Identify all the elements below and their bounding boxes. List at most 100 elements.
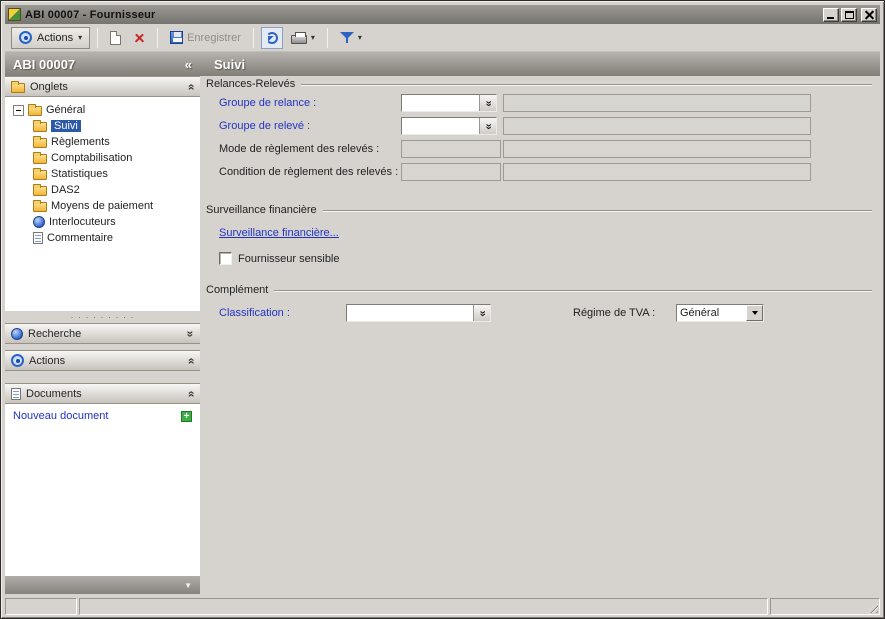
combo-value xyxy=(402,118,479,134)
lookup-chevrons-icon: » xyxy=(476,309,489,317)
tree-item-general[interactable]: Général xyxy=(7,102,198,118)
folder-icon xyxy=(28,104,42,116)
section-onglets[interactable]: Onglets » xyxy=(5,76,200,97)
status-bar xyxy=(5,598,880,615)
section-documents[interactable]: Documents » xyxy=(5,383,200,404)
sidebar-bottom-bar[interactable]: ▼ xyxy=(5,576,200,594)
refresh-icon xyxy=(265,31,278,44)
combo-value xyxy=(347,305,473,321)
regime-tva-combo[interactable]: Général xyxy=(676,304,764,322)
folder-icon xyxy=(33,168,47,180)
group-title-label: Relances-Relevés xyxy=(206,78,296,90)
chevron-up-icon: » xyxy=(183,390,198,397)
document-icon xyxy=(11,387,21,400)
refresh-button[interactable] xyxy=(260,26,283,49)
condition-reglement-releves-field xyxy=(401,163,501,181)
section-recherche[interactable]: Recherche » xyxy=(5,323,200,344)
tree-item-interlocuteurs[interactable]: Interlocuteurs xyxy=(7,214,198,230)
tree-item-das2[interactable]: DAS2 xyxy=(7,182,198,198)
resize-grip[interactable] xyxy=(867,602,878,613)
tree-item-statistiques[interactable]: Statistiques xyxy=(7,166,198,182)
lookup-button[interactable]: » xyxy=(479,118,496,134)
save-button[interactable]: Enregistrer xyxy=(165,27,246,49)
groupe-de-releve-combo[interactable]: » xyxy=(401,117,497,135)
folder-icon xyxy=(33,136,47,148)
lookup-chevrons-icon: » xyxy=(482,122,495,130)
search-icon xyxy=(11,327,23,340)
chevron-down-icon xyxy=(751,311,758,315)
mode-reglement-releves-field xyxy=(401,140,501,158)
delete-icon xyxy=(134,32,145,43)
section-actions[interactable]: Actions » xyxy=(5,350,200,371)
classification-label[interactable]: Classification : xyxy=(219,307,290,319)
dropdown-button[interactable] xyxy=(746,305,763,321)
main-content: Relances-Relevés Groupe de relance : » G… xyxy=(200,76,880,598)
fournisseur-sensible-label[interactable]: Fournisseur sensible xyxy=(238,253,340,265)
groupe-de-relance-combo[interactable]: » xyxy=(401,94,497,112)
splitter-handle[interactable] xyxy=(5,311,200,323)
section-documents-label: Documents xyxy=(26,387,82,400)
window-title: ABI 00007 - Fournisseur xyxy=(25,8,156,21)
lookup-chevrons-icon: » xyxy=(482,99,495,107)
minimize-icon xyxy=(827,16,834,19)
minimize-button[interactable] xyxy=(823,7,839,22)
print-button[interactable]: ▾ xyxy=(286,27,320,49)
close-button[interactable] xyxy=(861,7,877,22)
section-onglets-label: Onglets xyxy=(30,80,68,93)
folder-icon xyxy=(33,200,47,212)
folder-icon xyxy=(33,120,47,132)
title-bar[interactable]: ABI 00007 - Fournisseur xyxy=(5,5,880,24)
tree-item-comptabilisation[interactable]: Comptabilisation xyxy=(7,150,198,166)
condition-reglement-releves-label: Condition de règlement des relevés : xyxy=(219,166,399,178)
documents-panel: Nouveau document + xyxy=(5,404,200,576)
tree-item-label: Statistiques xyxy=(51,168,108,180)
tree-item-label: Moyens de paiement xyxy=(51,200,154,212)
groupe-de-releve-label[interactable]: Groupe de relevé : xyxy=(219,120,310,132)
group-rule xyxy=(301,84,872,86)
add-document-icon[interactable]: + xyxy=(181,410,192,422)
status-pane-middle xyxy=(79,598,768,615)
chevron-up-icon: » xyxy=(183,83,198,90)
save-icon xyxy=(170,31,184,44)
tree-item-reglements[interactable]: Règlements xyxy=(7,134,198,150)
lookup-button[interactable]: » xyxy=(473,305,490,321)
new-document-row: Nouveau document + xyxy=(13,410,192,422)
delete-button[interactable] xyxy=(129,27,150,49)
classification-combo[interactable]: » xyxy=(346,304,491,322)
window-controls xyxy=(823,7,877,22)
folder-icon xyxy=(33,152,47,164)
sidebar-header: ABI 00007 « xyxy=(5,52,200,76)
tree-item-moyens-de-paiement[interactable]: Moyens de paiement xyxy=(7,198,198,214)
tree-item-commentaire[interactable]: Commentaire xyxy=(7,230,198,246)
new-document-link[interactable]: Nouveau document xyxy=(13,410,108,422)
toolbar-separator xyxy=(252,27,254,48)
lookup-button[interactable]: » xyxy=(479,95,496,111)
group-title-label: Complément xyxy=(206,284,269,296)
collapse-sidebar-button[interactable]: « xyxy=(185,57,192,72)
chevron-up-icon: » xyxy=(183,357,198,364)
group-title-label: Surveillance financière xyxy=(206,204,317,216)
printer-icon xyxy=(290,32,307,44)
toolbar: Actions ▾ Enregistrer ▾ ▾ xyxy=(5,24,880,52)
surveillance-financiere-link[interactable]: Surveillance financière... xyxy=(219,227,339,239)
mode-reglement-releves-label: Mode de règlement des relevés : xyxy=(219,143,380,155)
tree-item-label: Règlements xyxy=(51,136,110,148)
groupe-de-relance-label[interactable]: Groupe de relance : xyxy=(219,97,316,109)
app-icon xyxy=(8,8,21,21)
tree-item-label: Commentaire xyxy=(47,232,114,244)
group-relances-releves: Relances-Relevés xyxy=(206,78,872,90)
tree-item-suivi[interactable]: Suivi xyxy=(7,118,198,134)
fournisseur-sensible-checkbox[interactable] xyxy=(219,252,232,265)
maximize-button[interactable] xyxy=(841,7,857,22)
actions-button[interactable]: Actions ▾ xyxy=(11,26,91,49)
filter-button[interactable]: ▾ xyxy=(335,27,367,49)
collapse-node-icon[interactable] xyxy=(13,104,24,116)
folder-icon xyxy=(33,184,47,196)
mode-reglement-releves-description-field xyxy=(503,140,811,158)
toolbar-separator xyxy=(157,27,159,48)
new-document-button[interactable] xyxy=(105,27,126,49)
contacts-icon xyxy=(33,216,45,228)
group-rule xyxy=(322,210,872,212)
groupe-de-releve-description-field xyxy=(503,117,811,135)
